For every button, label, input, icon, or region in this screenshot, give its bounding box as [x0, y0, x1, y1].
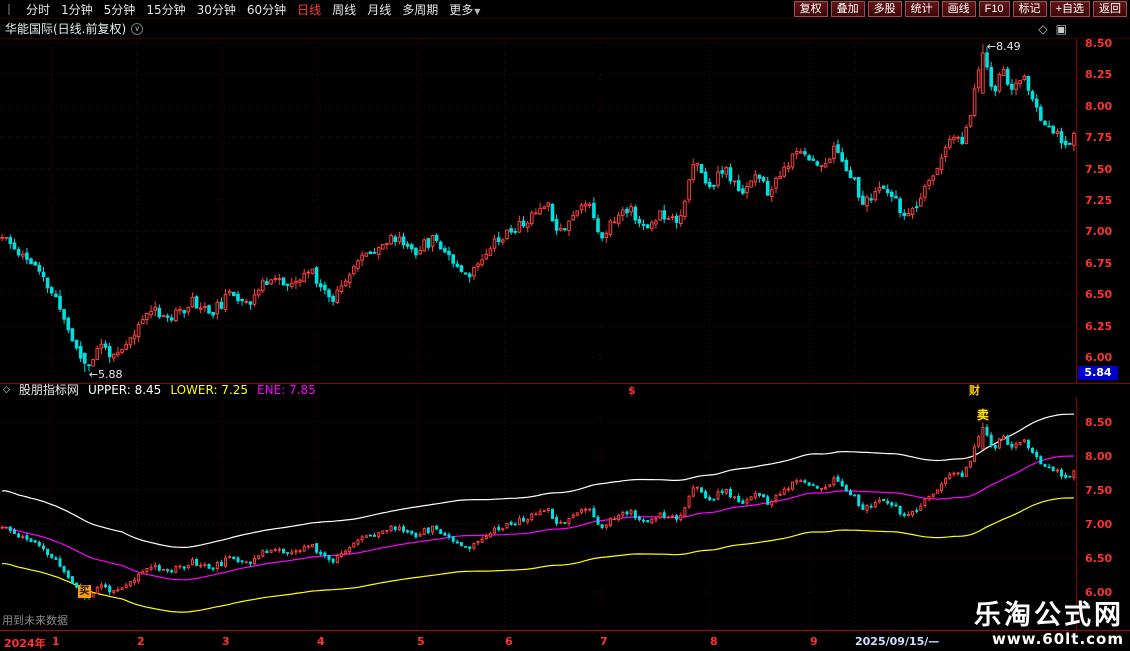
adjust-button[interactable]: 复权 [794, 1, 828, 17]
indicator-pane[interactable]: 8.50 8.00 7.50 7.00 6.50 6.00 买 卖 用到未来数据 [0, 397, 1130, 630]
title-dropdown-icon[interactable]: ∨ [131, 23, 143, 35]
indicator-axis-label: 8.50 [1085, 416, 1112, 429]
buy-marker: 买 [78, 585, 91, 598]
main-chart[interactable]: 5.84 8.50 8.25 8.00 7.75 7.50 7.25 7.00 6.75 6.5… [0, 38, 1130, 383]
period-item-daily[interactable]: 日线 [297, 1, 321, 18]
f10-button[interactable]: F10 [979, 1, 1010, 17]
low-annotation: ←5.88 [89, 368, 123, 381]
stats-button[interactable]: 统计 [905, 1, 939, 17]
main-price-axis: 5.84 8.50 8.25 8.00 7.75 7.50 7.25 7.00 6.75 6.5… [1076, 39, 1130, 383]
indicator-header: ◇ 股朋指标网 UPPER: 8.45 LOWER: 7.25 ENE: 7.8… [0, 383, 1130, 397]
time-axis-label: 6 [505, 635, 513, 648]
main-axis-label: 7.75 [1085, 131, 1112, 144]
main-axis-label: 8.00 [1085, 100, 1112, 113]
indicator-axis-label: 6.50 [1085, 552, 1112, 565]
period-item-monthly[interactable]: 月线 [367, 1, 391, 18]
period-menu: 丨分时 1分钟 5分钟 15分钟 30分钟 60分钟日线周线月线多周期更多▼ [3, 1, 480, 18]
title-bar: 华能国际(日线.前复权) ∨ ◇ ▣ [0, 19, 1130, 38]
time-axis-label: 1 [52, 635, 60, 648]
toolbar-buttons: 复权叠加多股统计画线F10标记+自选返回 [794, 1, 1127, 17]
main-axis-label: 8.50 [1085, 37, 1112, 50]
menu-divider: 丨 [3, 1, 15, 18]
watermark: 乐淘公式网 www.60lt.com [974, 602, 1124, 648]
draw-line-button[interactable]: 画线 [942, 1, 976, 17]
more-dropdown-arrow: ▼ [474, 7, 480, 16]
title-bar-icons: ◇ ▣ [1038, 22, 1067, 36]
time-axis-label: 2 [137, 635, 145, 648]
watermark-url: www.60lt.com [974, 630, 1124, 648]
high-annotation: ←8.49 [987, 40, 1021, 53]
time-axis-label: 9 [810, 635, 818, 648]
main-axis-label: 6.50 [1085, 288, 1112, 301]
period-item-intraday[interactable]: 分时 [26, 1, 50, 18]
indicator-axis-label: 8.00 [1085, 450, 1112, 463]
indicator-upper-value: UPPER: 8.45 [88, 384, 161, 397]
time-axis-label: 2025/09/15/— [855, 635, 939, 648]
indicator-ene-value: ENE: 7.85 [257, 384, 316, 397]
diamond-icon[interactable]: ◇ [1038, 22, 1047, 36]
time-axis-label: 3 [222, 635, 230, 648]
future-data-note: 用到未来数据 [2, 612, 68, 628]
indicator-plot[interactable] [0, 397, 1076, 630]
axis-price-tag: 5.84 [1078, 366, 1118, 380]
period-item-weekly[interactable]: 周线 [332, 1, 356, 18]
indicator-price-axis: 8.50 8.00 7.50 7.00 6.50 6.00 [1076, 397, 1130, 630]
back-button[interactable]: 返回 [1093, 1, 1127, 17]
indicator-lower-value: LOWER: 7.25 [170, 384, 248, 397]
indicator-axis-label: 6.00 [1085, 586, 1112, 599]
period-item-min-30[interactable]: 30分钟 [197, 1, 236, 18]
time-axis: 2024年 1 2 3 4 5 6 7 8 9 2025/09/15/— [0, 630, 1130, 650]
period-item-min-60[interactable]: 60分钟 [247, 1, 286, 18]
dividend-flag[interactable]: $ [628, 384, 636, 397]
time-axis-label: 8 [710, 635, 718, 648]
indicator-axis-label: 7.50 [1085, 484, 1112, 497]
time-axis-label: 7 [600, 635, 608, 648]
period-item-more[interactable]: 更多▼ [449, 1, 480, 18]
main-axis-label: 6.75 [1085, 257, 1112, 270]
sell-marker: 卖 [977, 406, 989, 423]
indicator-axis-label: 7.00 [1085, 518, 1112, 531]
period-item-min-15[interactable]: 15分钟 [146, 1, 185, 18]
overlay-button[interactable]: 叠加 [831, 1, 865, 17]
time-axis-label: 4 [317, 635, 325, 648]
panel-icon[interactable]: ▣ [1056, 22, 1067, 36]
main-axis-label: 7.50 [1085, 163, 1112, 176]
indicator-name[interactable]: 股朋指标网 [19, 384, 79, 397]
finance-flag[interactable]: 财 [969, 384, 980, 397]
period-item-multi-period[interactable]: 多周期 [402, 1, 438, 18]
time-axis-label: 2024年 [4, 635, 46, 651]
watermark-title: 乐淘公式网 [974, 602, 1124, 630]
add-watchlist-button[interactable]: +自选 [1050, 1, 1090, 17]
period-item-min-5[interactable]: 5分钟 [104, 1, 136, 18]
page-title: 华能国际(日线.前复权) [5, 20, 126, 37]
main-axis-label: 7.00 [1085, 225, 1112, 238]
main-axis-label: 7.25 [1085, 194, 1112, 207]
main-candlestick-plot[interactable] [0, 39, 1076, 384]
main-axis-label: 8.25 [1085, 68, 1112, 81]
period-item-min-1[interactable]: 1分钟 [61, 1, 93, 18]
indicator-collapse-icon[interactable]: ◇ [3, 384, 10, 397]
main-axis-label: 6.25 [1085, 320, 1112, 333]
main-axis-label: 6.00 [1085, 351, 1112, 364]
mark-button[interactable]: 标记 [1013, 1, 1047, 17]
top-toolbar: 丨分时 1分钟 5分钟 15分钟 30分钟 60分钟日线周线月线多周期更多▼ 复权叠加多股… [0, 0, 1130, 19]
multi-stock-button[interactable]: 多股 [868, 1, 902, 17]
time-axis-label: 5 [417, 635, 425, 648]
